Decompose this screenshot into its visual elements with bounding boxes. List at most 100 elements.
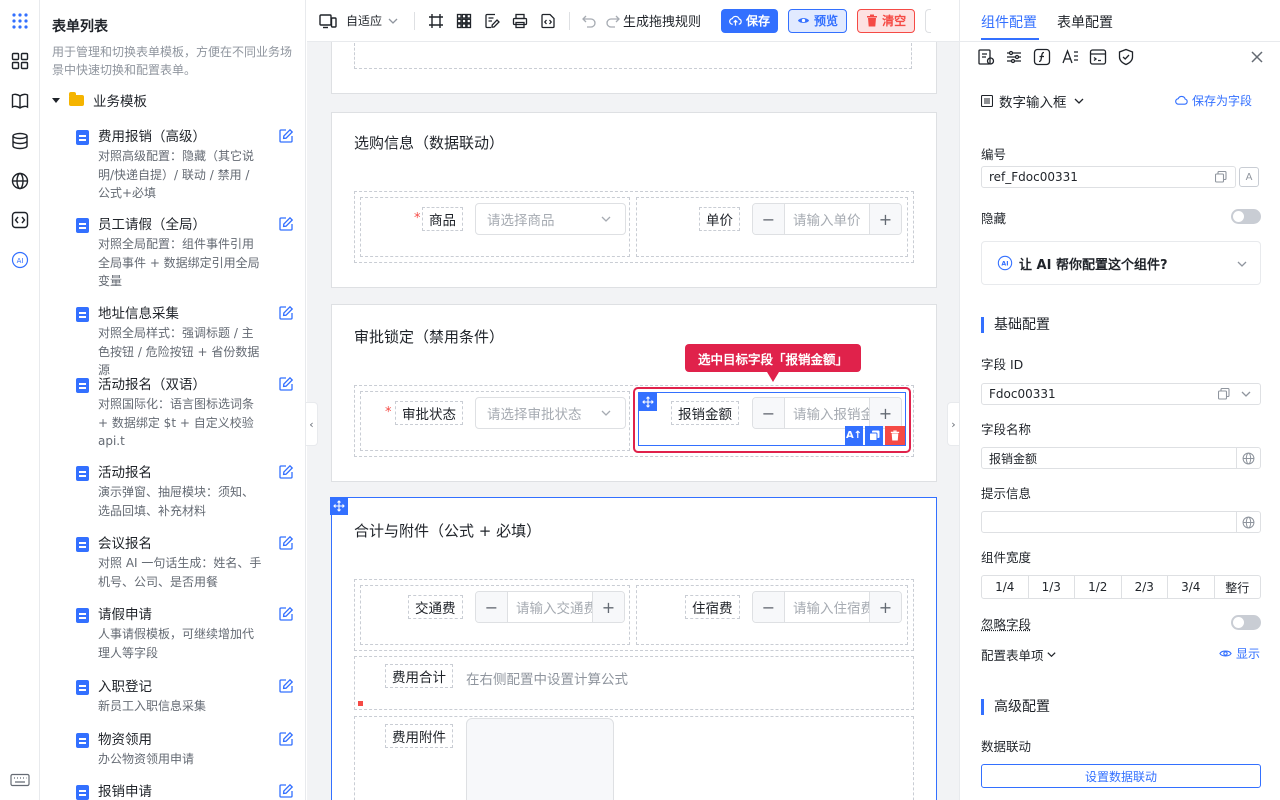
- transport-number-input[interactable]: − 请输入交通费 +: [475, 591, 625, 623]
- text-style-icon[interactable]: [1061, 48, 1079, 66]
- device-icon[interactable]: [319, 12, 337, 30]
- close-icon[interactable]: [1250, 50, 1264, 64]
- keyboard-icon[interactable]: [9, 769, 31, 791]
- formula-icon[interactable]: [1033, 48, 1051, 66]
- template-name: 物资领用: [98, 732, 152, 748]
- tab-form-config[interactable]: 表单配置: [1057, 12, 1113, 32]
- props-icon[interactable]: [977, 48, 995, 66]
- drag-move-icon[interactable]: [639, 393, 657, 411]
- event-code-icon[interactable]: [1089, 48, 1107, 66]
- upload-area[interactable]: [466, 718, 614, 800]
- ai-assist-collapse[interactable]: AI 让 AI 帮你配置这个组件?: [981, 241, 1261, 285]
- tab-component-config[interactable]: 组件配置: [981, 12, 1037, 32]
- folder-business-templates[interactable]: 业务模板: [52, 90, 147, 110]
- code-icon[interactable]: [9, 209, 31, 231]
- save-button[interactable]: 保存: [721, 8, 779, 33]
- adaptive-select[interactable]: 自适应: [346, 12, 400, 29]
- show-toggle-button[interactable]: 显示: [1219, 645, 1260, 662]
- form-section[interactable]: 审批锁定（禁用条件） * 审批状态 请选择审批状态 报销金额 − 请输入报销金额…: [331, 304, 937, 482]
- i18n-globe-icon[interactable]: [1236, 448, 1260, 468]
- code-file-icon[interactable]: [539, 12, 557, 30]
- sliders-icon[interactable]: [1005, 48, 1023, 66]
- ai-config-icon[interactable]: A↑: [845, 426, 863, 445]
- edit-icon[interactable]: [278, 128, 296, 146]
- edit-icon[interactable]: [278, 216, 296, 234]
- form-section[interactable]: [331, 42, 937, 94]
- apps-grid-icon[interactable]: [9, 10, 31, 32]
- copy-icon[interactable]: [1215, 171, 1227, 183]
- amount-number-input[interactable]: − 请输入报销金额 +: [752, 397, 902, 429]
- i18n-globe-icon[interactable]: [1236, 512, 1260, 532]
- shield-check-icon[interactable]: [1117, 48, 1135, 66]
- hint-label: 提示信息: [981, 486, 1032, 501]
- config-items-dropdown[interactable]: 配置表单项: [981, 645, 1057, 664]
- width-option[interactable]: 3/4: [1168, 576, 1215, 598]
- document-icon: [76, 537, 89, 552]
- price-number-input[interactable]: − 请输入单价 +: [752, 203, 902, 235]
- document-icon: [76, 307, 89, 322]
- plus-button[interactable]: +: [869, 398, 901, 428]
- edit-icon[interactable]: [278, 783, 296, 800]
- collapse-right-button[interactable]: ›: [947, 402, 959, 446]
- grid-icon[interactable]: [455, 12, 473, 30]
- product-select[interactable]: 请选择商品: [475, 203, 626, 235]
- width-option[interactable]: 整行: [1215, 576, 1261, 598]
- edit-icon[interactable]: [278, 376, 296, 394]
- edit-icon[interactable]: [278, 305, 296, 323]
- book-icon[interactable]: [9, 90, 31, 112]
- hint-input[interactable]: [981, 511, 1261, 533]
- edit-icon[interactable]: [278, 464, 296, 482]
- form-edit-icon[interactable]: [483, 12, 501, 30]
- plus-button[interactable]: +: [869, 592, 901, 622]
- plus-button[interactable]: +: [869, 204, 901, 234]
- preview-button[interactable]: 预览: [788, 8, 848, 33]
- id-input[interactable]: ref_Fdoc00331: [981, 166, 1236, 188]
- hidden-label: 隐藏: [981, 211, 1007, 226]
- globe-icon[interactable]: [9, 170, 31, 192]
- hotel-number-input[interactable]: − 请输入住宿费 +: [752, 591, 902, 623]
- edit-icon[interactable]: [278, 606, 296, 624]
- components-icon[interactable]: [9, 50, 31, 72]
- minus-button[interactable]: −: [753, 398, 785, 428]
- ignore-field-toggle[interactable]: [1231, 615, 1261, 630]
- edit-icon[interactable]: [278, 731, 296, 749]
- minus-button[interactable]: −: [476, 592, 508, 622]
- save-as-field-label: 保存为字段: [1191, 94, 1252, 108]
- generate-drag-rule-button[interactable]: 生成拖拽规则: [623, 11, 701, 30]
- width-option[interactable]: 1/3: [1029, 576, 1075, 598]
- field-name-input[interactable]: 报销金额: [981, 447, 1261, 469]
- edit-icon[interactable]: [278, 535, 296, 553]
- minus-button[interactable]: −: [753, 592, 785, 622]
- component-type-select[interactable]: 数字输入框: [981, 91, 1085, 111]
- minus-button[interactable]: −: [753, 204, 785, 234]
- redo-icon[interactable]: [604, 12, 622, 30]
- delete-icon[interactable]: [885, 426, 905, 445]
- frame-icon[interactable]: [427, 12, 445, 30]
- data-linkage-label: 数据联动: [981, 739, 1032, 754]
- width-option[interactable]: 2/3: [1122, 576, 1168, 598]
- more-button[interactable]: [925, 8, 932, 33]
- width-option[interactable]: 1/4: [982, 576, 1029, 598]
- text-a-icon[interactable]: A: [1239, 167, 1259, 187]
- ai-icon[interactable]: AI: [9, 249, 31, 271]
- hidden-toggle[interactable]: [1231, 209, 1261, 224]
- approval-status-select[interactable]: 请选择审批状态: [475, 397, 626, 429]
- collapse-left-button[interactable]: ‹: [306, 402, 318, 446]
- clear-button[interactable]: 清空: [857, 8, 916, 33]
- save-as-field-button[interactable]: 保存为字段: [1175, 92, 1252, 109]
- copy-icon[interactable]: [865, 426, 883, 445]
- undo-icon[interactable]: [580, 12, 598, 30]
- form-section-selected[interactable]: 合计与附件（公式 + 必填） 交通费 − 请输入交通费 + 住宿费 − 请输入住…: [330, 497, 937, 800]
- edit-icon[interactable]: [278, 678, 296, 696]
- drag-move-icon[interactable]: [330, 497, 348, 515]
- database-icon[interactable]: [9, 130, 31, 152]
- form-section[interactable]: 选购信息（数据联动） * 商品 请选择商品 单价 − 请输入单价 +: [331, 112, 937, 288]
- field-id-select[interactable]: Fdoc00331: [981, 383, 1261, 405]
- number-placeholder: 请输入报销金额: [793, 407, 869, 423]
- set-data-linkage-button[interactable]: 设置数据联动: [981, 764, 1261, 788]
- width-option[interactable]: 1/2: [1075, 576, 1122, 598]
- plus-button[interactable]: +: [592, 592, 624, 622]
- callout-arrow: [767, 372, 779, 382]
- print-icon[interactable]: [511, 12, 529, 30]
- copy-icon[interactable]: [1218, 388, 1230, 400]
